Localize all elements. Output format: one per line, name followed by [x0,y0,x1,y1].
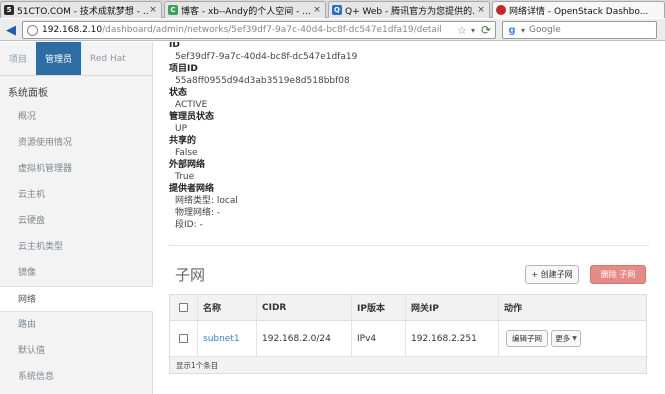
subnet-ip-version: IPv4 [352,321,406,356]
detail-provider-type: 网络类型: local [175,196,238,206]
more-actions-button[interactable]: 更多 ▼ [551,330,581,347]
detail-admin-state-value: UP [175,124,188,134]
address-bar[interactable]: 192.168.2.10/dashboard/admin/networks/5e… [22,21,496,39]
detail-status-value: ACTIVE [175,100,208,110]
sidebar-item-defaults[interactable]: 默认值 [0,338,152,364]
more-label: 更多 [555,334,571,343]
select-all-cell [170,295,198,320]
tab-project[interactable]: 项目 [0,42,36,75]
tab-title: 博客 - xb--Andy的个人空间 - ... [181,6,311,17]
google-icon[interactable]: g [505,23,519,37]
detail-external-value: True [175,172,195,182]
bookmark-star-icon[interactable]: ☆ [456,24,468,37]
column-header-gateway[interactable]: 网关IP [406,295,499,320]
qplus-icon: Q [332,5,342,15]
column-header-cidr[interactable]: CIDR [257,295,352,320]
subnet-name-link[interactable]: subnet1 [203,334,240,344]
delete-subnet-button[interactable]: 删除 子网 [590,265,646,284]
main-content: ID 5ef39df7-9a7c-40d4-bc8f-dc547e1dfa19 … [154,42,665,394]
subnet-name-cell: subnet1 [198,321,257,356]
table-header: 名称 CIDR IP版本 网关IP 动作 [170,295,646,321]
column-header-ip-version[interactable]: IP版本 [352,295,406,320]
subnets-table: 名称 CIDR IP版本 网关IP 动作 subnet1 192.168.2.0… [169,294,647,374]
caret-down-icon: ▼ [572,335,577,342]
blog-icon: C [168,5,178,15]
detail-segment-id: 段ID: - [175,220,203,230]
sidebar-item-instances[interactable]: 云主机 [0,182,152,208]
row-checkbox[interactable] [179,334,188,343]
url-host: 192.168.2.10 [42,25,103,35]
search-box[interactable]: g ▾ [502,21,657,39]
detail-status-label: 状态 [169,88,188,98]
subnet-cidr: 192.168.2.0/24 [257,321,352,356]
openstack-icon [496,5,506,15]
search-input[interactable] [529,25,656,35]
edit-subnet-button[interactable]: 编辑子网 [506,330,548,347]
detail-id-label: ID [169,42,180,50]
select-all-checkbox[interactable] [179,303,188,312]
column-header-name[interactable]: 名称 [198,295,257,320]
browser-toolbar: ◀ 192.168.2.10/dashboard/admin/networks/… [0,19,665,41]
sidebar-item-hypervisors[interactable]: 虚拟机管理器 [0,156,152,182]
detail-external-label: 外部网络 [169,160,206,170]
sidebar-item-system-info[interactable]: 系统信息 [0,364,152,390]
sidebar-item-routers[interactable]: 路由 [0,312,152,338]
url-path: /dashboard/admin/networks/5ef39df7-9a7c-… [102,25,442,35]
detail-project-value: 55a8ff0955d94d3ab3519e8d518bbf08 [175,76,350,86]
detail-shared-label: 共享的 [169,136,197,146]
detail-provider-label: 提供者网络 [169,184,215,194]
row-select-cell [170,321,198,356]
detail-admin-state-label: 管理员状态 [169,112,215,122]
sidebar: 项目 管理员 Red Hat 系统面板 概况 资源使用情况 虚拟机管理器 云主机… [0,42,153,394]
tab-title: 网络详情 - OpenStack Dashbo... [509,6,649,17]
browser-tab-51cto[interactable]: 5 51CTO.COM - 技术成就梦想 - ... × [0,1,162,18]
browser-tab-qplus[interactable]: Q Q+ Web - 腾讯官方为您提供的... × [328,1,490,18]
detail-physical-network: 物理网络: - [175,208,221,218]
browser-tab-blog[interactable]: C 博客 - xb--Andy的个人空间 - ... × [164,1,326,18]
browser-tab-strip: 5 51CTO.COM - 技术成就梦想 - ... × C 博客 - xb--… [0,0,665,18]
globe-icon [27,24,38,36]
detail-shared-value: False [175,148,198,158]
section-divider [169,245,649,246]
sidebar-item-networks[interactable]: 网络 [0,286,153,312]
sidebar-item-volumes[interactable]: 云硬盘 [0,208,152,234]
sidebar-item-usage[interactable]: 资源使用情况 [0,130,152,156]
detail-project-label: 项目ID [169,64,198,74]
close-icon[interactable]: × [476,5,486,15]
network-details: ID 5ef39df7-9a7c-40d4-bc8f-dc547e1dfa19 … [169,42,649,231]
close-icon[interactable]: × [148,5,158,15]
sidebar-item-images[interactable]: 镜像 [0,260,152,286]
tab-redhat[interactable]: Red Hat [81,42,135,75]
detail-id-value: 5ef39df7-9a7c-40d4-bc8f-dc547e1dfa19 [175,52,358,62]
url-text[interactable]: 192.168.2.10/dashboard/admin/networks/5e… [42,25,456,35]
browser-tab-openstack[interactable]: 网络详情 - OpenStack Dashbo... [492,1,665,18]
51cto-icon: 5 [4,5,14,15]
chevron-down-icon[interactable]: ▾ [521,26,529,35]
sidebar-nav: 概况 资源使用情况 虚拟机管理器 云主机 云硬盘 云主机类型 镜像 网络 路由 … [0,104,153,390]
row-actions: 编辑子网 更多 ▼ [499,321,646,356]
dashboard-tabs: 项目 管理员 Red Hat [0,42,152,76]
subnets-title: 子网 [175,266,206,284]
sidebar-item-flavors[interactable]: 云主机类型 [0,234,152,260]
subnet-gateway: 192.168.2.251 [406,321,499,356]
table-footer: 显示1个条目 [170,357,646,373]
tab-admin[interactable]: 管理员 [36,42,82,75]
tab-title: 51CTO.COM - 技术成就梦想 - ... [17,6,148,17]
back-arrow-icon[interactable]: ◀ [3,22,19,38]
close-icon[interactable]: × [312,5,322,15]
sidebar-item-overview[interactable]: 概况 [0,104,152,130]
create-subnet-button[interactable]: + 创建子网 [525,265,579,284]
panel-title: 系统面板 [8,88,48,99]
reload-icon[interactable]: ⟳ [478,22,494,38]
tab-title: Q+ Web - 腾讯官方为您提供的... [345,6,476,17]
table-row: subnet1 192.168.2.0/24 IPv4 192.168.2.25… [170,321,646,357]
chevron-down-icon[interactable]: ▾ [468,26,478,35]
column-header-actions: 动作 [504,304,523,314]
